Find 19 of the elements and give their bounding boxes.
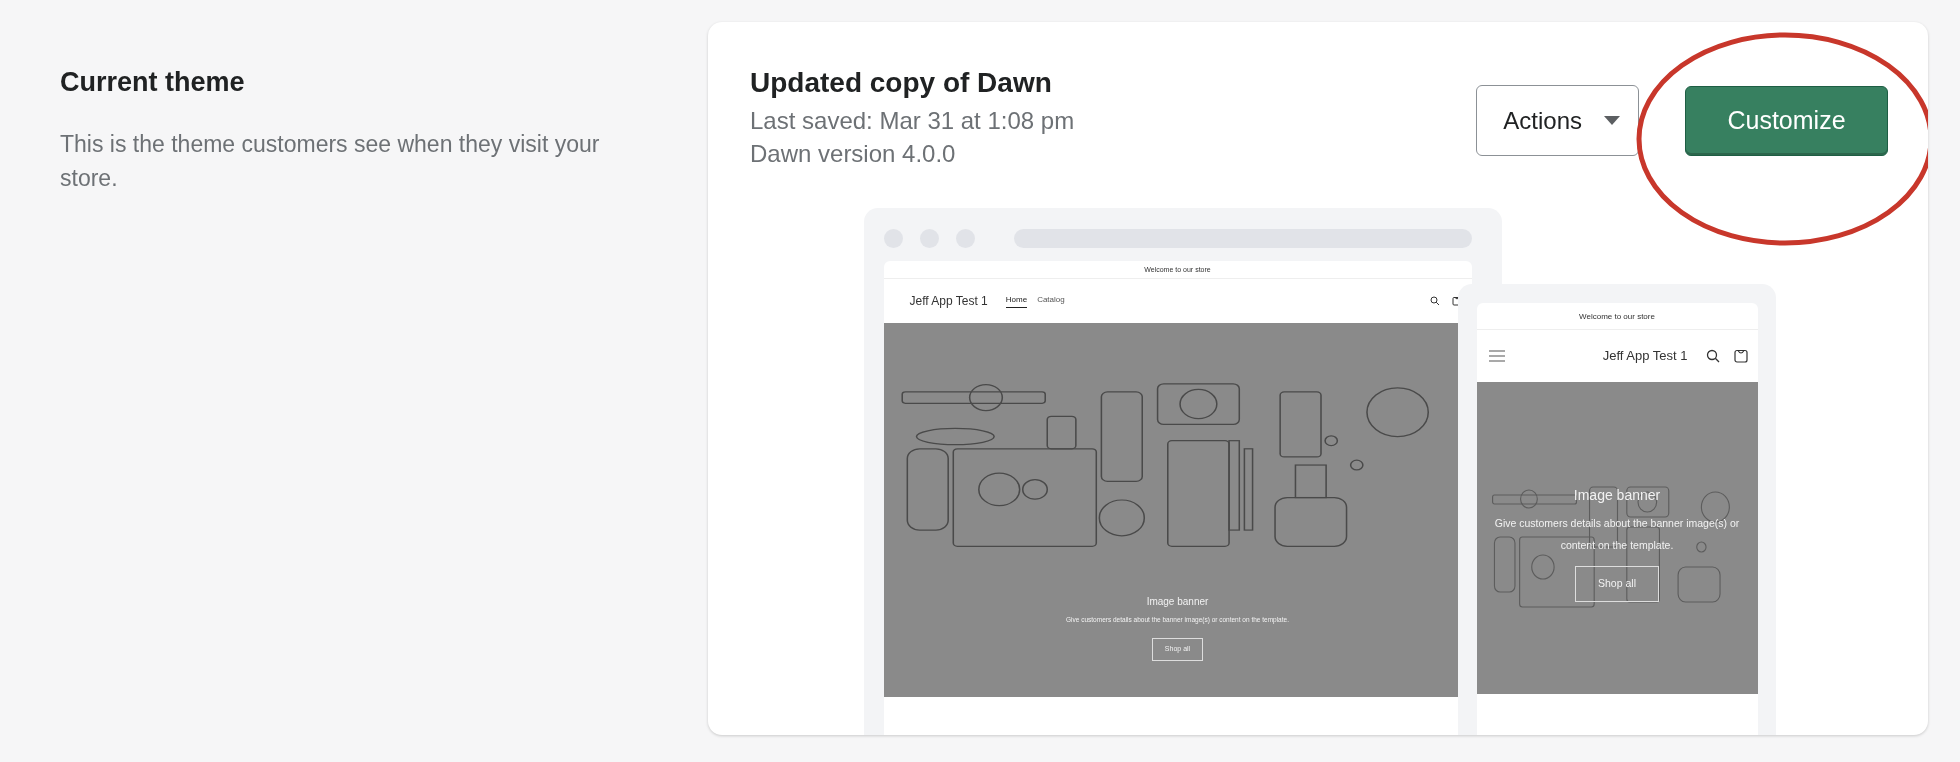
caret-icon: [1604, 116, 1620, 125]
last-saved-text: Last saved: Mar 31 at 1:08 pm: [750, 105, 1075, 136]
actions-button[interactable]: Actions: [1476, 85, 1639, 156]
banner-heading: Image banner: [1572, 486, 1662, 506]
theme-name: Updated copy of Dawn: [750, 66, 1053, 100]
section-description: This is the theme customers see when they visit your store.: [60, 130, 601, 193]
cart-icon[interactable]: [1733, 348, 1748, 363]
search-icon[interactable]: [1705, 348, 1720, 363]
customize-button[interactable]: Customize: [1685, 85, 1888, 156]
nav-link[interactable]: Catalog: [1037, 293, 1065, 308]
banner-heading: Image banner: [1145, 594, 1210, 609]
store-name: Jeff App Test 1: [1602, 347, 1688, 366]
section-title: Current theme: [60, 66, 246, 99]
store-name: Jeff App Test 1: [909, 292, 988, 310]
nav-link[interactable]: Home: [1005, 293, 1028, 308]
announcement-bar: Welcome to our store: [1476, 302, 1758, 330]
banner-text: Give customers details about the banner image(s) or content on the template.: [1493, 516, 1741, 554]
theme-version: Dawn version 4.0.0: [750, 139, 957, 170]
search-icon[interactable]: [1429, 295, 1440, 306]
